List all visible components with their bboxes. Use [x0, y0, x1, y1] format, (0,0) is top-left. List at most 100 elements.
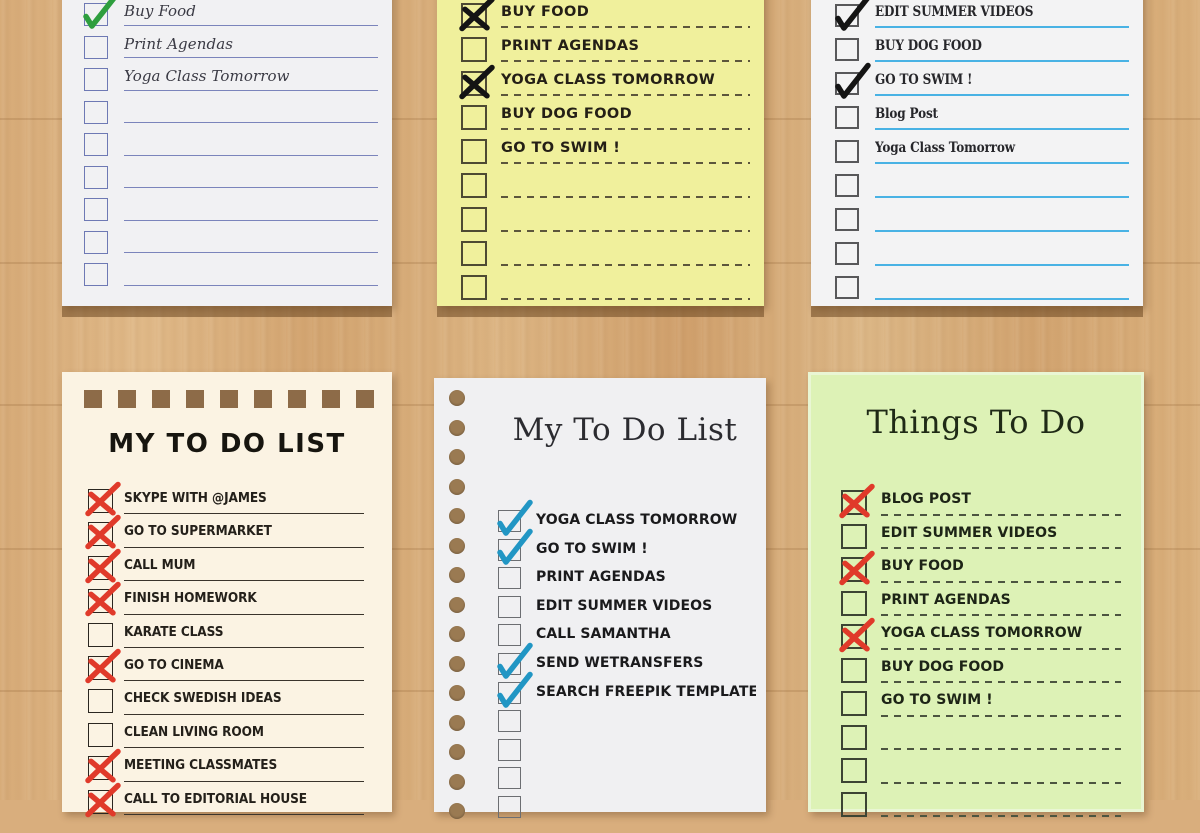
- checkbox[interactable]: [461, 105, 487, 130]
- checklist-row[interactable]: BUY DOG FOOD: [835, 34, 1129, 68]
- checklist-item[interactable]: [875, 272, 1129, 306]
- checklist-item[interactable]: FINISH HOMEWORK: [124, 586, 364, 619]
- checklist-row[interactable]: [84, 195, 378, 228]
- checklist-row[interactable]: BUY FOOD: [839, 550, 1121, 588]
- checklist-row[interactable]: [84, 130, 378, 163]
- checkbox[interactable]: [84, 133, 108, 156]
- checklist-item[interactable]: [124, 228, 378, 261]
- checklist-row[interactable]: [84, 228, 378, 261]
- checklist-item[interactable]: MEETING CLASSMATES: [124, 753, 364, 786]
- checklist-item[interactable]: EDIT SUMMER VIDEOS: [536, 594, 756, 623]
- checklist-item[interactable]: SEND WETRANSFERS: [536, 651, 756, 680]
- checklist-item[interactable]: BUY DOG FOOD: [875, 34, 1129, 68]
- checklist-row[interactable]: CALL TO EDITORIAL HOUSE: [85, 782, 364, 820]
- checklist-row[interactable]: Buy Food: [83, 0, 378, 33]
- checkbox[interactable]: [461, 241, 487, 266]
- checklist-item[interactable]: [536, 737, 756, 766]
- checkbox[interactable]: [835, 106, 859, 129]
- checklist-row[interactable]: CLEAN LIVING ROOM: [88, 720, 364, 753]
- checkbox[interactable]: [835, 208, 859, 231]
- checklist-item[interactable]: [124, 130, 378, 163]
- checkbox[interactable]: [498, 567, 521, 590]
- checklist-item[interactable]: [501, 238, 750, 272]
- checkbox[interactable]: [498, 624, 521, 647]
- checklist-row[interactable]: Blog Post: [835, 102, 1129, 136]
- checklist-item[interactable]: KARATE CLASS: [124, 620, 364, 653]
- checkbox[interactable]: [835, 174, 859, 197]
- checkbox[interactable]: [841, 791, 867, 817]
- checkbox[interactable]: [839, 483, 875, 519]
- checklist-item[interactable]: GO TO SWIM !: [536, 537, 756, 566]
- checkbox[interactable]: [835, 62, 871, 99]
- checklist-row[interactable]: YOGA CLASS TOMORROW: [839, 617, 1121, 655]
- checklist-item[interactable]: [875, 170, 1129, 204]
- checklist-item[interactable]: CALL TO EDITORIAL HOUSE: [124, 787, 364, 820]
- checklist-row[interactable]: MEETING CLASSMATES: [85, 748, 364, 786]
- checklist-item[interactable]: Blog Post: [875, 102, 1129, 136]
- checklist-item[interactable]: PRINT AGENDAS: [881, 588, 1121, 622]
- checklist-row[interactable]: [835, 170, 1129, 204]
- checkbox[interactable]: [84, 263, 108, 286]
- checklist-row[interactable]: [498, 765, 756, 794]
- checklist-item[interactable]: [124, 260, 378, 293]
- checkbox[interactable]: [497, 671, 533, 708]
- note-card-top-left[interactable]: Buy Food Print Agendas Yoga Class Tomorrow: [62, 0, 392, 317]
- checklist-row[interactable]: FINISH HOMEWORK: [85, 581, 364, 619]
- checkbox[interactable]: [459, 0, 495, 32]
- checklist-item[interactable]: [881, 755, 1121, 789]
- checkbox[interactable]: [461, 173, 487, 198]
- checklist-row[interactable]: PRINT AGENDAS: [461, 34, 750, 68]
- checklist-row[interactable]: [461, 272, 750, 306]
- checklist-item[interactable]: [881, 789, 1121, 823]
- checklist-item[interactable]: CLEAN LIVING ROOM: [124, 720, 364, 753]
- checklist-item[interactable]: [881, 722, 1121, 756]
- checklist-row[interactable]: GO TO CINEMA: [85, 648, 364, 686]
- checklist-row[interactable]: [841, 722, 1121, 756]
- checklist-row[interactable]: BUY DOG FOOD: [461, 102, 750, 136]
- checklist-row[interactable]: KARATE CLASS: [88, 620, 364, 653]
- checklist-row[interactable]: Yoga Class Tomorrow: [835, 136, 1129, 170]
- checklist-row[interactable]: [84, 163, 378, 196]
- checkbox[interactable]: [841, 523, 867, 549]
- checkbox[interactable]: [835, 38, 859, 61]
- checklist-row[interactable]: BUY FOOD: [459, 0, 750, 34]
- checkbox[interactable]: [85, 515, 121, 550]
- checklist-row[interactable]: GO TO SWIM !: [835, 62, 1129, 102]
- checklist-row[interactable]: Yoga Class Tomorrow: [84, 65, 378, 98]
- checkbox[interactable]: [835, 0, 870, 31]
- checklist-row[interactable]: SEARCH FREEPIK TEMPLATES: [497, 671, 756, 709]
- checklist-item[interactable]: [501, 272, 750, 306]
- checklist-row[interactable]: SKYPE WITH @JAMES: [85, 481, 364, 519]
- checklist-row[interactable]: YOGA CLASS TOMORROW: [459, 64, 750, 102]
- checkbox[interactable]: [835, 140, 859, 163]
- checklist-item[interactable]: PRINT AGENDAS: [501, 34, 750, 68]
- checklist-item[interactable]: GO TO SWIM !: [501, 136, 750, 170]
- checklist-item[interactable]: BUY FOOD: [881, 554, 1121, 588]
- checklist-item[interactable]: [124, 163, 378, 196]
- checklist-row[interactable]: CALL MUM: [85, 548, 364, 586]
- checklist-row[interactable]: SEND WETRANSFERS: [497, 642, 756, 680]
- checklist-row[interactable]: EDIT SUMMER VIDEOS: [498, 594, 756, 623]
- checklist-item[interactable]: EDIT SUMMER VIDEOS: [881, 521, 1121, 555]
- checklist-item[interactable]: Yoga Class Tomorrow: [124, 65, 378, 98]
- checklist-item[interactable]: Yoga Class Tomorrow: [875, 136, 1129, 170]
- checklist-row[interactable]: [84, 98, 378, 131]
- checklist-item[interactable]: [124, 98, 378, 131]
- note-card-top-right[interactable]: EDIT SUMMER VIDEOS BUY DOG FOOD GO TO SWIM…: [811, 0, 1143, 317]
- checkbox[interactable]: [84, 165, 108, 189]
- checklist-row[interactable]: BUY DOG FOOD: [841, 655, 1121, 689]
- checkbox[interactable]: [88, 722, 113, 747]
- checklist-item[interactable]: [875, 238, 1129, 272]
- checklist-item[interactable]: BUY FOOD: [501, 0, 750, 34]
- checkbox[interactable]: [461, 275, 487, 300]
- checklist-item[interactable]: BUY DOG FOOD: [881, 655, 1121, 689]
- checklist-item[interactable]: [501, 170, 750, 204]
- checklist-item[interactable]: YOGA CLASS TOMORROW: [881, 621, 1121, 655]
- checklist-row[interactable]: Print Agendas: [84, 33, 378, 66]
- checkbox[interactable]: [461, 139, 487, 164]
- checklist-item[interactable]: CALL MUM: [124, 553, 364, 586]
- checkbox[interactable]: [497, 499, 533, 536]
- checklist-item[interactable]: GO TO SUPERMARKET: [124, 519, 364, 552]
- checklist-row[interactable]: [461, 238, 750, 272]
- checklist-row[interactable]: [84, 260, 378, 293]
